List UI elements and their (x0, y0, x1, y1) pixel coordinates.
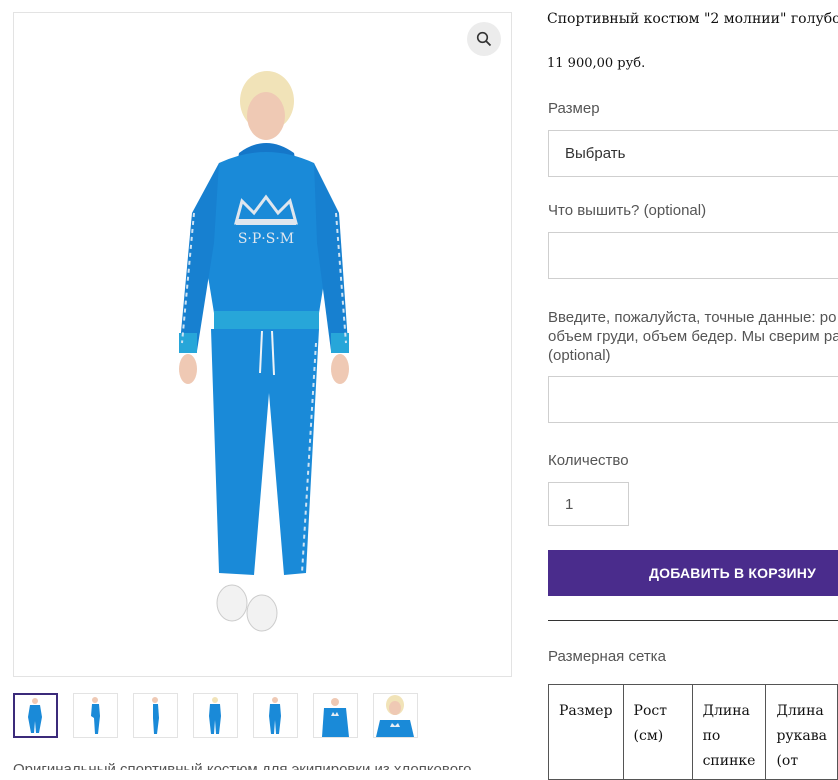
table-header-cell: Длина рукава (от (765, 684, 838, 780)
quantity-label: Количество (548, 452, 629, 469)
add-to-cart-button[interactable]: ДОБАВИТЬ В КОРЗИНУ (548, 550, 838, 596)
table-header-cell: Длина по спинке (691, 684, 767, 780)
size-chart-label: Размерная сетка (548, 648, 666, 665)
thumbnail-image (28, 698, 42, 733)
thumbnail-6[interactable] (313, 693, 358, 738)
embroidery-input[interactable] (549, 233, 838, 278)
measurements-field[interactable] (548, 376, 838, 423)
quantity-input[interactable]: 1 (548, 482, 629, 526)
header-text: Рост (633, 703, 667, 719)
svg-text:S·P·S·M: S·P·S·M (238, 231, 294, 247)
divider (548, 620, 838, 621)
thumbnail-image (91, 697, 100, 734)
quantity-value: 1 (565, 496, 574, 513)
thumbnail-3[interactable] (133, 693, 178, 738)
header-text: по (702, 728, 721, 744)
thumbnail-image (322, 698, 349, 737)
embroidery-field[interactable] (548, 232, 838, 279)
product-main-image[interactable]: S·P·S·M (13, 12, 512, 677)
thumbnail-5[interactable] (253, 693, 298, 738)
thumbnail-image (269, 697, 281, 734)
table-header-cell: Рост (см) (622, 684, 693, 780)
magnifier-icon (476, 31, 492, 47)
header-text: Длина (702, 703, 750, 719)
size-select-value: Выбрать (565, 145, 626, 162)
header-text: рукава (776, 728, 827, 744)
product-title: Спортивный костюм "2 молнии" голубой (547, 11, 838, 27)
thumbnail-4[interactable] (193, 693, 238, 738)
thumbnail-strip (13, 693, 433, 738)
header-text: Размер (559, 703, 613, 719)
product-description: Оригинальный спортивный костюм для экипи… (13, 761, 472, 770)
thumbnail-image (376, 695, 414, 737)
thumbnail-1[interactable] (13, 693, 58, 738)
measurements-label: Введите, пожалуйста, точные данные: ро о… (548, 308, 838, 365)
measurements-input[interactable] (549, 377, 838, 422)
model-photo: S·P·S·M (179, 71, 349, 632)
thumbnail-image (209, 697, 221, 734)
header-text: Длина (776, 703, 824, 719)
thumbnail-7[interactable] (373, 693, 418, 738)
embroidery-label: Что вышить? (optional) (548, 202, 707, 219)
measurements-label-line-2: объем груди, объем бедер. Мы сверим ра (548, 328, 838, 345)
table-header-cell: Размер (548, 684, 624, 780)
size-select[interactable]: Выбрать (548, 130, 838, 177)
product-price: 11 900,00 руб. (547, 56, 646, 71)
table-row: Размер Рост (см) Длина по спинке Длина р… (548, 684, 838, 780)
size-chart-table: Размер Рост (см) Длина по спинке Длина р… (548, 684, 838, 780)
size-label: Размер (548, 100, 600, 117)
thumbnail-2[interactable] (73, 693, 118, 738)
thumbnail-image (152, 697, 159, 734)
measurements-label-line-3: (optional) (548, 347, 611, 364)
header-text: (см) (633, 728, 664, 744)
zoom-button[interactable] (467, 22, 501, 56)
measurements-label-line-1: Введите, пожалуйста, точные данные: ро (548, 309, 837, 326)
header-text: спинке (702, 753, 756, 769)
header-text: (от (776, 753, 799, 769)
